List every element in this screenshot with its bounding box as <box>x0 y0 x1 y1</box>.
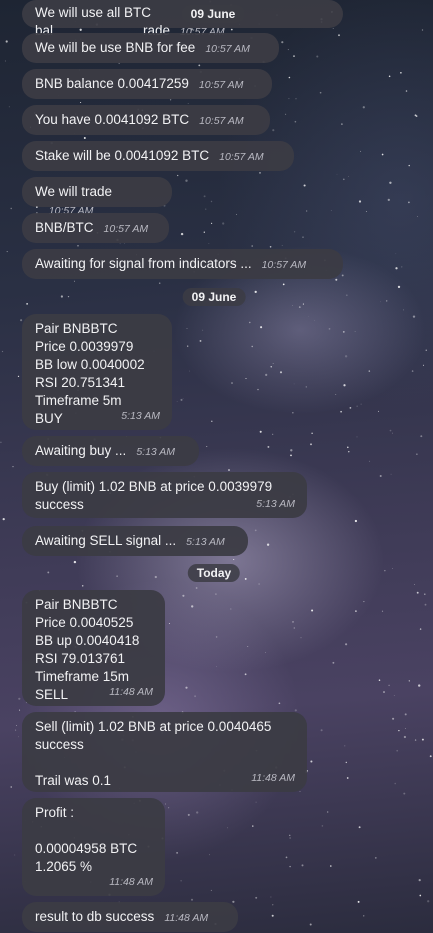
message-time: 10:57 AM <box>199 115 244 127</box>
message-time: 10:57 AM <box>205 43 250 55</box>
message-time: 5:13 AM <box>121 410 160 422</box>
message-bubble[interactable]: Awaiting buy ... 5:13 AM <box>22 436 199 466</box>
message-time: 5:13 AM <box>136 446 176 458</box>
message-bubble[interactable]: Sell (limit) 1.02 BNB at price 0.0040465… <box>22 712 307 792</box>
message-time: 10:57 AM <box>261 259 307 271</box>
message-bubble[interactable]: We will be use BNB for fee 10:57 AM <box>22 33 279 63</box>
message-text: Awaiting SELL signal ... <box>35 533 177 548</box>
message-time: 5:13 AM <box>256 498 295 510</box>
message-bubble[interactable]: Pair BNBBTC Price 0.0039979 BB low 0.004… <box>22 314 172 430</box>
message-bubble[interactable]: We will trade :10:57 AM <box>22 177 172 217</box>
message-bubble[interactable]: Awaiting SELL signal ... 5:13 AM <box>22 526 248 556</box>
message-text: Awaiting for signal from indicators ... <box>35 256 252 271</box>
message-bubble[interactable]: BNB balance 0.00417259 10:57 AM <box>22 69 272 99</box>
message-bubble[interactable]: Buy (limit) 1.02 BNB at price 0.0039979 … <box>22 472 307 518</box>
message-time: 11:48 AM <box>164 912 209 924</box>
message-bubble[interactable]: Pair BNBBTC Price 0.0040525 BB up 0.0040… <box>22 590 165 706</box>
message-time: 11:48 AM <box>109 686 153 698</box>
message-text: Profit : 0.00004958 BTC 1.2065 % <box>35 805 138 874</box>
date-header-floating: 09 June <box>181 5 245 23</box>
message-time: 10:57 AM <box>103 223 149 235</box>
message-text: result to db success <box>35 909 155 924</box>
message-text: We will be use BNB for fee <box>35 40 196 55</box>
message-time: 11:48 AM <box>251 772 295 784</box>
message-text: Awaiting buy ... <box>35 443 127 458</box>
message-bubble[interactable]: result to db success 11:48 AM <box>22 902 238 932</box>
message-time: 5:13 AM <box>186 536 225 548</box>
message-bubble[interactable]: Profit : 0.00004958 BTC 1.2065 % 11:48 AM <box>22 798 165 896</box>
message-time: 10:57 AM <box>219 151 264 163</box>
message-bubble[interactable]: Awaiting for signal from indicators ... 1… <box>22 249 343 279</box>
message-text: BNB balance 0.00417259 <box>35 76 189 91</box>
message-text: Sell (limit) 1.02 BNB at price 0.0040465… <box>35 719 272 788</box>
message-text: Buy (limit) 1.02 BNB at price 0.0039979 … <box>35 479 273 512</box>
message-bubble[interactable]: Stake will be 0.0041092 BTC 10:57 AM <box>22 141 294 171</box>
message-bubble[interactable]: You have 0.0041092 BTC 10:57 AM <box>22 105 270 135</box>
message-text: Stake will be 0.0041092 BTC <box>35 148 210 163</box>
date-header: 09 June <box>182 288 246 306</box>
chat-message-list[interactable]: We will use all BTC bal rade 10:57 AM 09 J… <box>0 0 433 933</box>
date-header: Today <box>187 564 241 582</box>
message-text: You have 0.0041092 BTC <box>35 112 190 127</box>
message-time: 11:48 AM <box>109 876 153 888</box>
message-bubble[interactable]: BNB/BTC 10:57 AM <box>22 213 169 243</box>
message-time: 10:57 AM <box>198 79 244 91</box>
message-text: BNB/BTC <box>35 220 94 235</box>
